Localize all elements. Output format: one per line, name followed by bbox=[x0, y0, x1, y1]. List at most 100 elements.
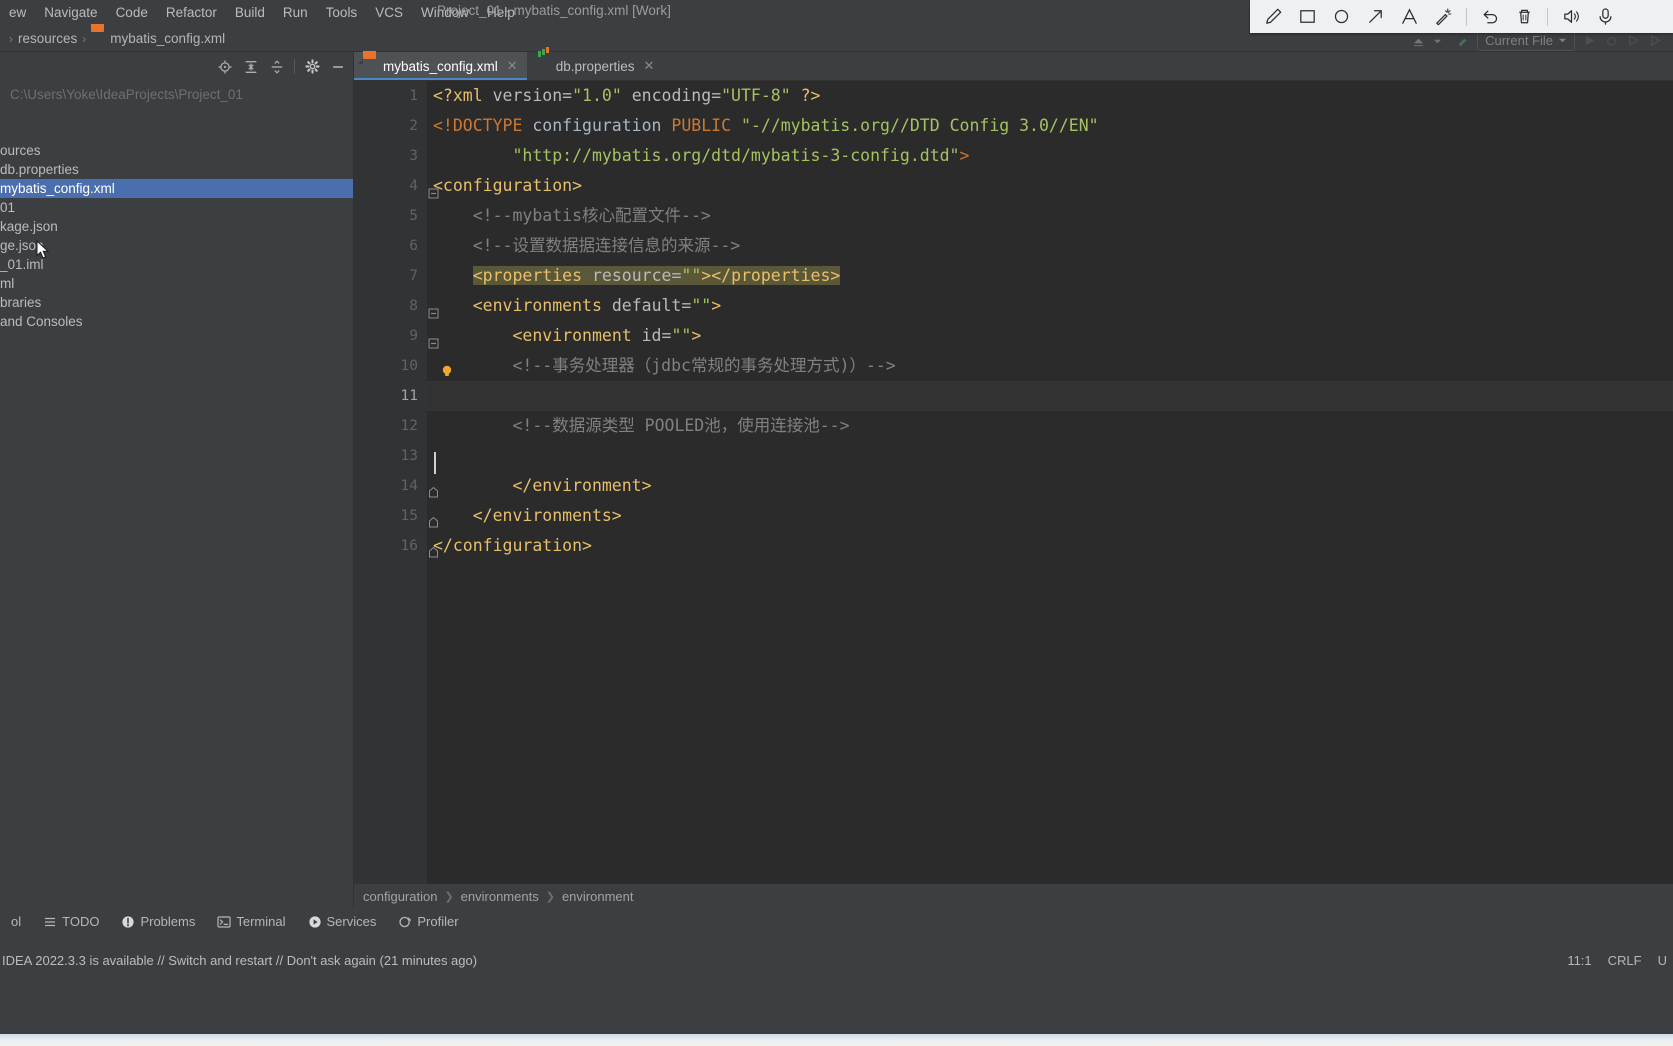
microphone-icon[interactable] bbox=[1588, 1, 1622, 33]
tool-window-profiler[interactable]: Profiler bbox=[387, 908, 469, 935]
code-line-3[interactable]: "http://mybatis.org/dtd/mybatis-3-config… bbox=[427, 141, 1673, 171]
breadcrumb-configuration[interactable]: configuration bbox=[363, 889, 437, 904]
code-line-5[interactable]: <!--mybatis核心配置文件--> bbox=[427, 201, 1673, 231]
vcs-update-icon[interactable] bbox=[1411, 33, 1426, 48]
pen-icon[interactable] bbox=[1256, 1, 1290, 33]
gear-icon[interactable] bbox=[300, 55, 324, 79]
status-notification[interactable]: IDEA 2022.3.3 is available // Switch and… bbox=[0, 946, 1673, 974]
run-icon[interactable] bbox=[1582, 33, 1597, 48]
tab-mybatis-config-xml[interactable]: mybatis_config.xml ✕ bbox=[354, 52, 527, 80]
list-item[interactable]: _01.iml bbox=[0, 255, 354, 274]
project-tool-window: C:\Users\Yoke\IdeaProjects\Project_01 ou… bbox=[0, 52, 354, 908]
code-line-15[interactable]: </environments> bbox=[427, 501, 1673, 531]
breadcrumb-environment[interactable]: environment bbox=[562, 889, 634, 904]
line-number: 9 bbox=[354, 321, 439, 351]
code-text[interactable]: <?xml version="1.0" encoding="UTF-8" ?> <… bbox=[427, 81, 1673, 908]
toolbar-divider bbox=[294, 59, 295, 74]
code-line-12[interactable]: <!--数据源类型 POOLED池，使用连接池--> bbox=[427, 411, 1673, 441]
chevron-right-icon: ❯ bbox=[444, 890, 454, 903]
line-number: 16 bbox=[354, 531, 438, 561]
menu-code[interactable]: Code bbox=[107, 3, 157, 23]
chevron-down-icon[interactable] bbox=[1433, 33, 1448, 48]
tool-window-terminal[interactable]: Terminal bbox=[206, 908, 296, 935]
code-line-13[interactable] bbox=[427, 441, 1673, 471]
list-item[interactable]: 01 bbox=[0, 198, 354, 217]
project-tree[interactable]: C:\Users\Yoke\IdeaProjects\Project_01 ou… bbox=[0, 81, 354, 908]
editor-gutter[interactable]: 1 2 3 4 5 6 7 8 9 10 11 12 13 14 15 16 bbox=[354, 81, 452, 908]
rectangle-icon[interactable] bbox=[1290, 1, 1324, 33]
ellipse-icon[interactable] bbox=[1324, 1, 1358, 33]
magic-wand-icon[interactable] bbox=[1426, 1, 1460, 33]
trash-icon[interactable] bbox=[1507, 1, 1541, 33]
project-toolbar bbox=[0, 52, 354, 81]
code-line-6[interactable]: <!--设置数据据连接信息的来源--> bbox=[427, 231, 1673, 261]
tool-window-todo[interactable]: TODO bbox=[32, 908, 110, 935]
tool-window-console[interactable]: ol bbox=[0, 908, 32, 935]
tab-db-properties[interactable]: db.properties ✕ bbox=[527, 52, 664, 80]
menu-refactor[interactable]: Refactor bbox=[157, 3, 226, 23]
code-line-16[interactable]: </configuration> bbox=[427, 531, 1673, 561]
code-line-14[interactable]: </environment> bbox=[427, 471, 1673, 501]
expand-all-icon[interactable] bbox=[239, 55, 263, 79]
text-caret bbox=[434, 452, 436, 474]
list-item[interactable]: and Consoles bbox=[0, 312, 354, 331]
build-hammer-icon[interactable] bbox=[1455, 33, 1470, 48]
editor-tab-bar: mybatis_config.xml ✕ db.properties ✕ bbox=[354, 52, 1673, 81]
editor-breadcrumb: configuration ❯ environments ❯ environme… bbox=[354, 884, 1673, 908]
notification-text: IDEA 2022.3.3 is available // Switch and… bbox=[2, 952, 478, 968]
list-item[interactable]: ml bbox=[0, 274, 354, 293]
profile-icon[interactable] bbox=[1648, 33, 1663, 48]
menu-vcs[interactable]: VCS bbox=[366, 3, 412, 23]
toolbar-divider bbox=[1466, 7, 1467, 26]
line-number: 5 bbox=[409, 208, 418, 224]
file-encoding[interactable]: U bbox=[1658, 953, 1667, 968]
code-line-4[interactable]: <configuration> bbox=[427, 171, 1673, 201]
navbar-crumb-file[interactable]: mybatis_config.xml bbox=[91, 31, 225, 46]
list-item[interactable]: ge.json bbox=[0, 236, 354, 255]
code-line-11[interactable] bbox=[427, 381, 1673, 411]
list-item[interactable]: braries bbox=[0, 293, 354, 312]
locate-icon[interactable] bbox=[213, 55, 237, 79]
status-bar-right: 11:1 CRLF U bbox=[1567, 946, 1673, 974]
code-line-2[interactable]: <!DOCTYPE configuration PUBLIC "-//mybat… bbox=[427, 111, 1673, 141]
breadcrumb-environments[interactable]: environments bbox=[461, 889, 539, 904]
coverage-icon[interactable] bbox=[1626, 33, 1641, 48]
ide-window: ew Navigate Code Refactor Build Run Tool… bbox=[0, 0, 1673, 1046]
code-line-9[interactable]: <environment id=""> bbox=[427, 321, 1673, 351]
menu-run[interactable]: Run bbox=[274, 3, 317, 23]
text-icon[interactable] bbox=[1392, 1, 1426, 33]
list-item[interactable]: ources bbox=[0, 141, 354, 160]
code-line-7[interactable]: <properties resource=""></properties> bbox=[427, 261, 1673, 291]
list-item[interactable]: db.properties bbox=[0, 160, 354, 179]
minimize-icon[interactable] bbox=[326, 55, 350, 79]
tool-window-label: TODO bbox=[62, 914, 100, 929]
menu-view[interactable]: ew bbox=[0, 3, 35, 23]
code-line-8[interactable]: <environments default=""> bbox=[427, 291, 1673, 321]
navbar-crumb-resources[interactable]: resources bbox=[18, 31, 77, 46]
tool-window-services[interactable]: Services bbox=[297, 908, 388, 935]
menu-navigate[interactable]: Navigate bbox=[35, 3, 106, 23]
caret-position[interactable]: 11:1 bbox=[1567, 953, 1591, 968]
code-line-10[interactable]: <!--事务处理器（jdbc常规的事务处理方式)）--> bbox=[427, 351, 1673, 381]
list-item[interactable]: kage.json bbox=[0, 217, 354, 236]
tree-item-mybatis-config-selected[interactable]: mybatis_config.xml bbox=[0, 179, 354, 198]
line-number: 8 bbox=[354, 291, 439, 321]
menu-build[interactable]: Build bbox=[226, 3, 274, 23]
close-icon[interactable]: ✕ bbox=[644, 58, 655, 74]
undo-icon[interactable] bbox=[1473, 1, 1507, 33]
code-editor[interactable]: 1 2 3 4 5 6 7 8 9 10 11 12 13 14 15 16 <… bbox=[354, 81, 1673, 908]
profiler-icon bbox=[398, 915, 412, 929]
tool-window-label: Problems bbox=[140, 914, 196, 929]
close-icon[interactable]: ✕ bbox=[507, 58, 518, 74]
tool-window-bar: ol TODO Problems Terminal Services Profi… bbox=[0, 908, 1673, 935]
menu-tools[interactable]: Tools bbox=[317, 3, 367, 23]
code-line-1[interactable]: <?xml version="1.0" encoding="UTF-8" ?> bbox=[427, 81, 1673, 111]
debug-icon[interactable] bbox=[1604, 33, 1619, 48]
line-separator[interactable]: CRLF bbox=[1608, 953, 1642, 968]
arrow-icon[interactable] bbox=[1358, 1, 1392, 33]
collapse-all-icon[interactable] bbox=[265, 55, 289, 79]
tab-label: db.properties bbox=[555, 58, 635, 74]
todo-icon bbox=[43, 915, 57, 929]
tool-window-problems[interactable]: Problems bbox=[110, 908, 206, 935]
speaker-icon[interactable] bbox=[1554, 1, 1588, 33]
